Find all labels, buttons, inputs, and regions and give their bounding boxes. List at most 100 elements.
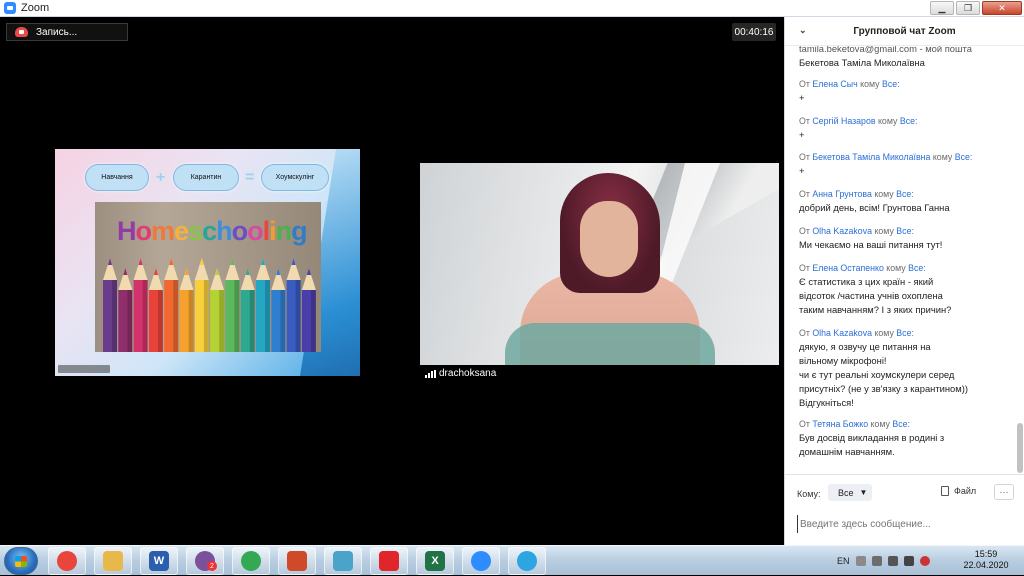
message-text: відсоток /частина учнів охоплена <box>799 290 943 301</box>
pencil <box>286 258 301 352</box>
slide-toolbar[interactable] <box>58 365 110 373</box>
message-recipient[interactable]: Все: <box>908 263 926 273</box>
battery-icon[interactable] <box>903 556 914 566</box>
recording-indicator[interactable]: Запись... <box>6 23 128 41</box>
message-text: присутніх? (не у зв'язку з карантином)) <box>799 383 968 394</box>
pencil <box>210 268 225 352</box>
window-controls: ▁ ❐ ✕ <box>930 1 1022 15</box>
message-recipient[interactable]: Все: <box>882 79 900 89</box>
chat-message: От Сергій Назаров кому Все: + <box>799 114 1009 142</box>
logo-letter: e <box>174 216 189 246</box>
message-sender[interactable]: Olha Kazakova <box>812 328 872 338</box>
message-to-word: кому <box>886 263 906 273</box>
message-meta: От Бекетова Таміла Миколаївна кому Все: <box>799 150 1009 164</box>
taskbar-clock[interactable]: 15:59 22.04.2020 <box>956 549 1016 571</box>
chat-message: От Елена Сыч кому Все: + <box>799 77 1009 105</box>
file-label: Файл <box>954 486 977 496</box>
flag-icon[interactable] <box>887 556 898 566</box>
message-sender[interactable]: Анна Грунтова <box>812 189 872 199</box>
zoom-logo-icon <box>4 2 16 14</box>
notification-badge: 2 <box>207 561 217 571</box>
logo-letter: h <box>216 216 232 246</box>
taskbar-app-chrome[interactable] <box>48 547 86 575</box>
message-recipient[interactable]: Все: <box>896 226 914 236</box>
message-recipient[interactable]: Все: <box>900 116 918 126</box>
taskbar-app-zoom[interactable] <box>462 547 500 575</box>
slide-pill-homeschooling: Хоумскулінг <box>261 164 329 191</box>
scrollbar-thumb[interactable] <box>1017 423 1023 473</box>
chat-title: Групповой чат Zoom <box>853 25 956 37</box>
network-icon[interactable] <box>871 556 882 566</box>
recipient-dropdown[interactable]: Все ▼ <box>828 484 872 501</box>
message-text: Бекетова Таміла Миколаївна <box>799 57 925 68</box>
to-label: Кому: <box>797 489 821 499</box>
message-text: Є статистика з цих країн - який <box>799 276 934 287</box>
clock-time: 15:59 <box>974 549 998 559</box>
message-recipient[interactable]: Все: <box>955 152 973 162</box>
message-sender[interactable]: Елена Сыч <box>812 79 857 89</box>
message-from-word: От <box>799 263 810 273</box>
pencil <box>301 268 316 352</box>
more-options-button[interactable]: ··· <box>994 484 1014 500</box>
chat-header: ⌄ Групповой чат Zoom <box>785 17 1024 46</box>
chat-scrollbar[interactable] <box>1017 47 1023 477</box>
message-text-partial: tamila.beketova@gmail.com - мой пошта <box>799 46 972 54</box>
windows-taskbar: EN 15:59 22.04.2020 W 2 X <box>0 545 1024 575</box>
chat-message-input[interactable] <box>797 515 997 533</box>
taskbar-app-document[interactable] <box>324 547 362 575</box>
pencil <box>225 258 240 352</box>
message-sender[interactable]: Сергій Назаров <box>812 116 875 126</box>
message-from-word: От <box>799 116 810 126</box>
message-sender[interactable]: Тетяна Божко <box>812 419 868 429</box>
taskbar-app-explorer[interactable] <box>94 547 132 575</box>
message-sender[interactable]: Бекетова Таміла Миколаївна <box>812 152 930 162</box>
taskbar-app-powerpoint[interactable] <box>278 547 316 575</box>
message-to-word: кому <box>874 226 894 236</box>
shared-slide: Навчання + Карантин = Хоумскулінг Homesc… <box>55 149 360 376</box>
message-text: добрий день, всім! Грунтова Ганна <box>799 202 950 213</box>
speaker-video <box>420 163 779 365</box>
restore-button[interactable]: ❐ <box>956 1 980 15</box>
chat-message-list[interactable]: tamila.beketova@gmail.com - мой пошта Бе… <box>785 46 1017 474</box>
minimize-button[interactable]: ▁ <box>930 1 954 15</box>
slide-pill-quarantine: Карантин <box>173 164 239 191</box>
message-text: таким навчанням? І з яких причин? <box>799 304 952 315</box>
taskbar-app-anydesk[interactable] <box>370 547 408 575</box>
close-button[interactable]: ✕ <box>982 1 1022 15</box>
slide-pill-learning: Навчання <box>85 164 149 191</box>
speaker-scarf <box>505 323 715 365</box>
message-text: вільному мікрофоні! <box>799 355 887 366</box>
taskbar-app-excel[interactable]: X <box>416 547 454 575</box>
colored-pencils-picture <box>103 258 316 352</box>
taskbar-app-chrome-2[interactable] <box>232 547 270 575</box>
participant-name: drachoksana <box>439 368 497 379</box>
pencil <box>240 268 255 352</box>
message-recipient[interactable]: Все: <box>896 328 914 338</box>
speaker-face <box>580 201 638 277</box>
message-text: + <box>799 165 805 176</box>
taskbar-app-telegram[interactable] <box>508 547 546 575</box>
document-icon <box>333 551 353 571</box>
taskbar-app-word[interactable]: W <box>140 547 178 575</box>
message-sender[interactable]: Елена Остапенко <box>812 263 884 273</box>
message-meta: От Olha Kazakova кому Все: <box>799 326 1009 340</box>
file-button[interactable]: Файл <box>941 486 976 496</box>
message-sender[interactable]: Olha Kazakova <box>812 226 872 236</box>
message-recipient[interactable]: Все: <box>896 189 914 199</box>
volume-muted-icon[interactable] <box>919 556 930 566</box>
message-meta: От Елена Сыч кому Все: <box>799 77 1009 91</box>
cloud-record-icon <box>15 27 28 37</box>
message-from-word: От <box>799 419 810 429</box>
start-button[interactable] <box>4 547 38 575</box>
language-indicator[interactable]: EN <box>837 556 850 566</box>
help-icon[interactable] <box>855 556 866 566</box>
chat-message: От Анна Грунтова кому Все: добрий день, в… <box>799 187 1009 215</box>
message-to-word: кому <box>877 116 898 126</box>
logo-letter: o <box>231 216 248 246</box>
taskbar-app-viber[interactable]: 2 <box>186 547 224 575</box>
chevron-down-icon[interactable]: ⌄ <box>799 25 807 36</box>
message-recipient[interactable]: Все: <box>892 419 910 429</box>
zoom-icon <box>471 551 491 571</box>
message-to-word: кому <box>932 152 953 162</box>
signal-strength-icon <box>425 369 436 378</box>
